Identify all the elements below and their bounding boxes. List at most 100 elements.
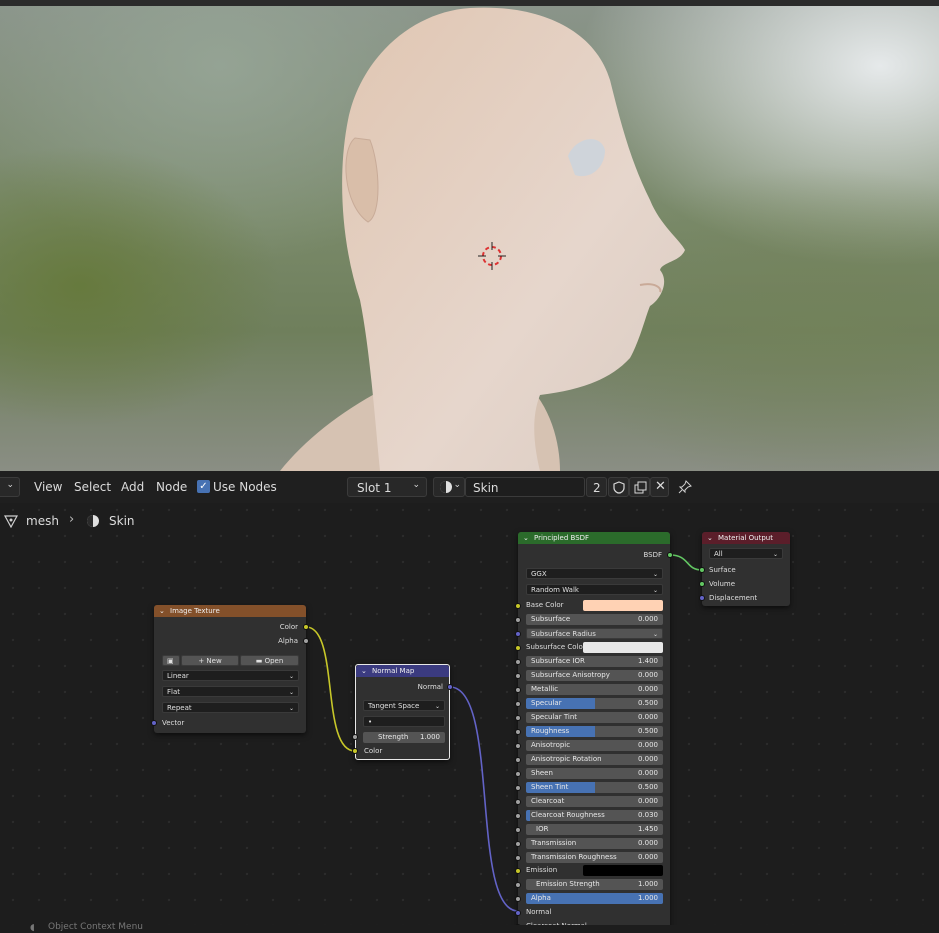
subsurface-anisotropy-field[interactable]: Subsurface Anisotropy 0.000 xyxy=(526,670,663,681)
clearcoat-roughness-field[interactable]: Clearcoat Roughness 0.030 xyxy=(526,810,663,821)
duplicate-material-button[interactable] xyxy=(629,477,650,497)
pin-icon[interactable] xyxy=(678,480,692,494)
material-browse-button[interactable]: ⌄ xyxy=(433,477,465,497)
editor-type-dropdown[interactable]: ⌄ xyxy=(0,477,20,497)
base-color-swatch[interactable] xyxy=(583,600,663,611)
socket-alpha-out[interactable] xyxy=(303,638,309,644)
socket-metallic-in[interactable] xyxy=(515,686,521,693)
slot-dropdown[interactable]: Slot 1 ⌄ xyxy=(347,477,427,497)
roughness-field[interactable]: Roughness 0.500 xyxy=(526,726,663,737)
socket-base-color-in[interactable] xyxy=(515,602,521,609)
menu-view[interactable]: View xyxy=(34,480,62,494)
menu-node[interactable]: Node xyxy=(156,480,187,494)
socket-transmission-roughness-in[interactable] xyxy=(515,854,521,861)
socket-surface-in[interactable] xyxy=(699,567,705,573)
socket-specular-in[interactable] xyxy=(515,700,521,707)
metallic-field[interactable]: Metallic 0.000 xyxy=(526,684,663,695)
clearcoat-field[interactable]: Clearcoat 0.000 xyxy=(526,796,663,807)
node-header[interactable]: ⌄ Normal Map xyxy=(356,665,449,677)
emission-color-swatch[interactable] xyxy=(583,865,663,876)
sheen-tint-field[interactable]: Sheen Tint 0.500 xyxy=(526,782,663,793)
socket-color-in[interactable] xyxy=(352,748,358,754)
3d-viewport[interactable] xyxy=(0,6,939,471)
socket-clearcoat-in[interactable] xyxy=(515,798,521,805)
socket-strength-in[interactable] xyxy=(352,734,358,740)
socket-color-out[interactable] xyxy=(303,624,309,630)
alpha-field[interactable]: Alpha 1.000 xyxy=(526,893,663,904)
user-count-button[interactable]: 2 xyxy=(586,477,607,497)
socket-bsdf-out[interactable] xyxy=(667,552,673,558)
transmission-field[interactable]: Transmission 0.000 xyxy=(526,838,663,849)
socket-sheen-in[interactable] xyxy=(515,770,521,777)
base-color-label: Base Color xyxy=(526,601,564,609)
anisotropic-rotation-field[interactable]: Anisotropic Rotation 0.000 xyxy=(526,754,663,765)
socket-clearcoat-roughness-in[interactable] xyxy=(515,812,521,819)
strength-label: Strength xyxy=(378,733,409,741)
emission-strength-field[interactable]: Emission Strength 1.000 xyxy=(526,879,663,890)
socket-emission-strength-in[interactable] xyxy=(515,881,521,888)
socket-vector-in[interactable] xyxy=(151,720,157,726)
image-browse-button[interactable]: ▣ xyxy=(162,655,180,666)
field-label: Emission Strength xyxy=(536,880,600,888)
sheen-field[interactable]: Sheen 0.000 xyxy=(526,768,663,779)
socket-ior-in[interactable] xyxy=(515,826,521,833)
use-nodes-checkbox[interactable]: ✓ xyxy=(197,480,210,493)
socket-subsurface-radius-in[interactable] xyxy=(515,630,521,637)
socket-displacement-in[interactable] xyxy=(699,595,705,601)
interpolation-dropdown[interactable]: Linear ⌄ xyxy=(162,670,299,681)
principled-bsdf-node[interactable]: ⌄ Principled BSDF BSDF GGX ⌄ Random Walk ⌄… xyxy=(518,532,670,933)
socket-sheen-tint-in[interactable] xyxy=(515,784,521,791)
anisotropic-field[interactable]: Anisotropic 0.000 xyxy=(526,740,663,751)
target-dropdown[interactable]: All ⌄ xyxy=(709,548,783,559)
subsurface-field[interactable]: Subsurface 0.000 xyxy=(526,614,663,625)
menu-add[interactable]: Add xyxy=(121,480,144,494)
space-dropdown[interactable]: Tangent Space ⌄ xyxy=(363,700,445,711)
socket-subsurface-ior-in[interactable] xyxy=(515,658,521,665)
socket-anisotropic-in[interactable] xyxy=(515,742,521,749)
chevron-down-icon: ⌄ xyxy=(288,705,294,712)
socket-normal-in[interactable] xyxy=(515,909,521,916)
socket-subsurface-in[interactable] xyxy=(515,616,521,623)
transmission-roughness-field[interactable]: Transmission Roughness 0.000 xyxy=(526,852,663,863)
node-header[interactable]: ⌄ Principled BSDF xyxy=(518,532,670,544)
socket-normal-out[interactable] xyxy=(447,684,453,690)
node-header[interactable]: ⌄ Material Output xyxy=(702,532,790,544)
socket-transmission-in[interactable] xyxy=(515,840,521,847)
subsurface-color-swatch[interactable] xyxy=(583,642,663,653)
unlink-material-button[interactable]: ✕ xyxy=(650,477,669,497)
uv-map-field[interactable]: • xyxy=(363,716,445,727)
socket-alpha-in[interactable] xyxy=(515,895,521,902)
mouse-icon: ◖ xyxy=(30,923,35,933)
image-texture-node[interactable]: ⌄ Image Texture Color Alpha ▣ + New ▬ Op… xyxy=(154,605,306,733)
ior-field[interactable]: IOR 1.450 xyxy=(526,824,663,835)
open-image-button[interactable]: ▬ Open xyxy=(240,655,299,666)
socket-specular-tint-in[interactable] xyxy=(515,714,521,721)
socket-anisotropic-rotation-in[interactable] xyxy=(515,756,521,763)
socket-roughness-in[interactable] xyxy=(515,728,521,735)
socket-subsurface-color-in[interactable] xyxy=(515,644,521,651)
projection-dropdown[interactable]: Flat ⌄ xyxy=(162,686,299,697)
subsurface-ior-field[interactable]: Subsurface IOR 1.400 xyxy=(526,656,663,667)
subsurface-radius-dropdown[interactable]: Subsurface Radius ⌄ xyxy=(526,628,663,639)
specular-field[interactable]: Specular 0.500 xyxy=(526,698,663,709)
socket-subsurface-anisotropy-in[interactable] xyxy=(515,672,521,679)
specular-tint-field[interactable]: Specular Tint 0.000 xyxy=(526,712,663,723)
menu-select[interactable]: Select xyxy=(74,480,111,494)
field-value: 1.000 xyxy=(637,894,658,902)
new-image-button[interactable]: + New xyxy=(181,655,239,666)
material-name-field[interactable]: Skin xyxy=(465,477,585,497)
extension-dropdown[interactable]: Repeat ⌄ xyxy=(162,702,299,713)
field-value: 0.000 xyxy=(637,671,658,679)
fake-user-button[interactable] xyxy=(608,477,629,497)
distribution-dropdown[interactable]: GGX ⌄ xyxy=(526,568,663,579)
socket-volume-in[interactable] xyxy=(699,581,705,587)
node-editor[interactable] xyxy=(0,471,939,933)
field-value: 0.000 xyxy=(637,769,658,777)
normal-map-node[interactable]: ⌄ Normal Map Normal Tangent Space ⌄ • Str… xyxy=(355,664,450,760)
node-header[interactable]: ⌄ Image Texture xyxy=(154,605,306,617)
strength-field[interactable]: Strength 1.000 xyxy=(363,732,445,743)
subsurface-method-dropdown[interactable]: Random Walk ⌄ xyxy=(526,584,663,595)
material-output-node[interactable]: ⌄ Material Output All ⌄ Surface Volume Di… xyxy=(702,532,790,606)
field-value: 0.030 xyxy=(637,811,658,819)
socket-emission-in[interactable] xyxy=(515,867,521,874)
